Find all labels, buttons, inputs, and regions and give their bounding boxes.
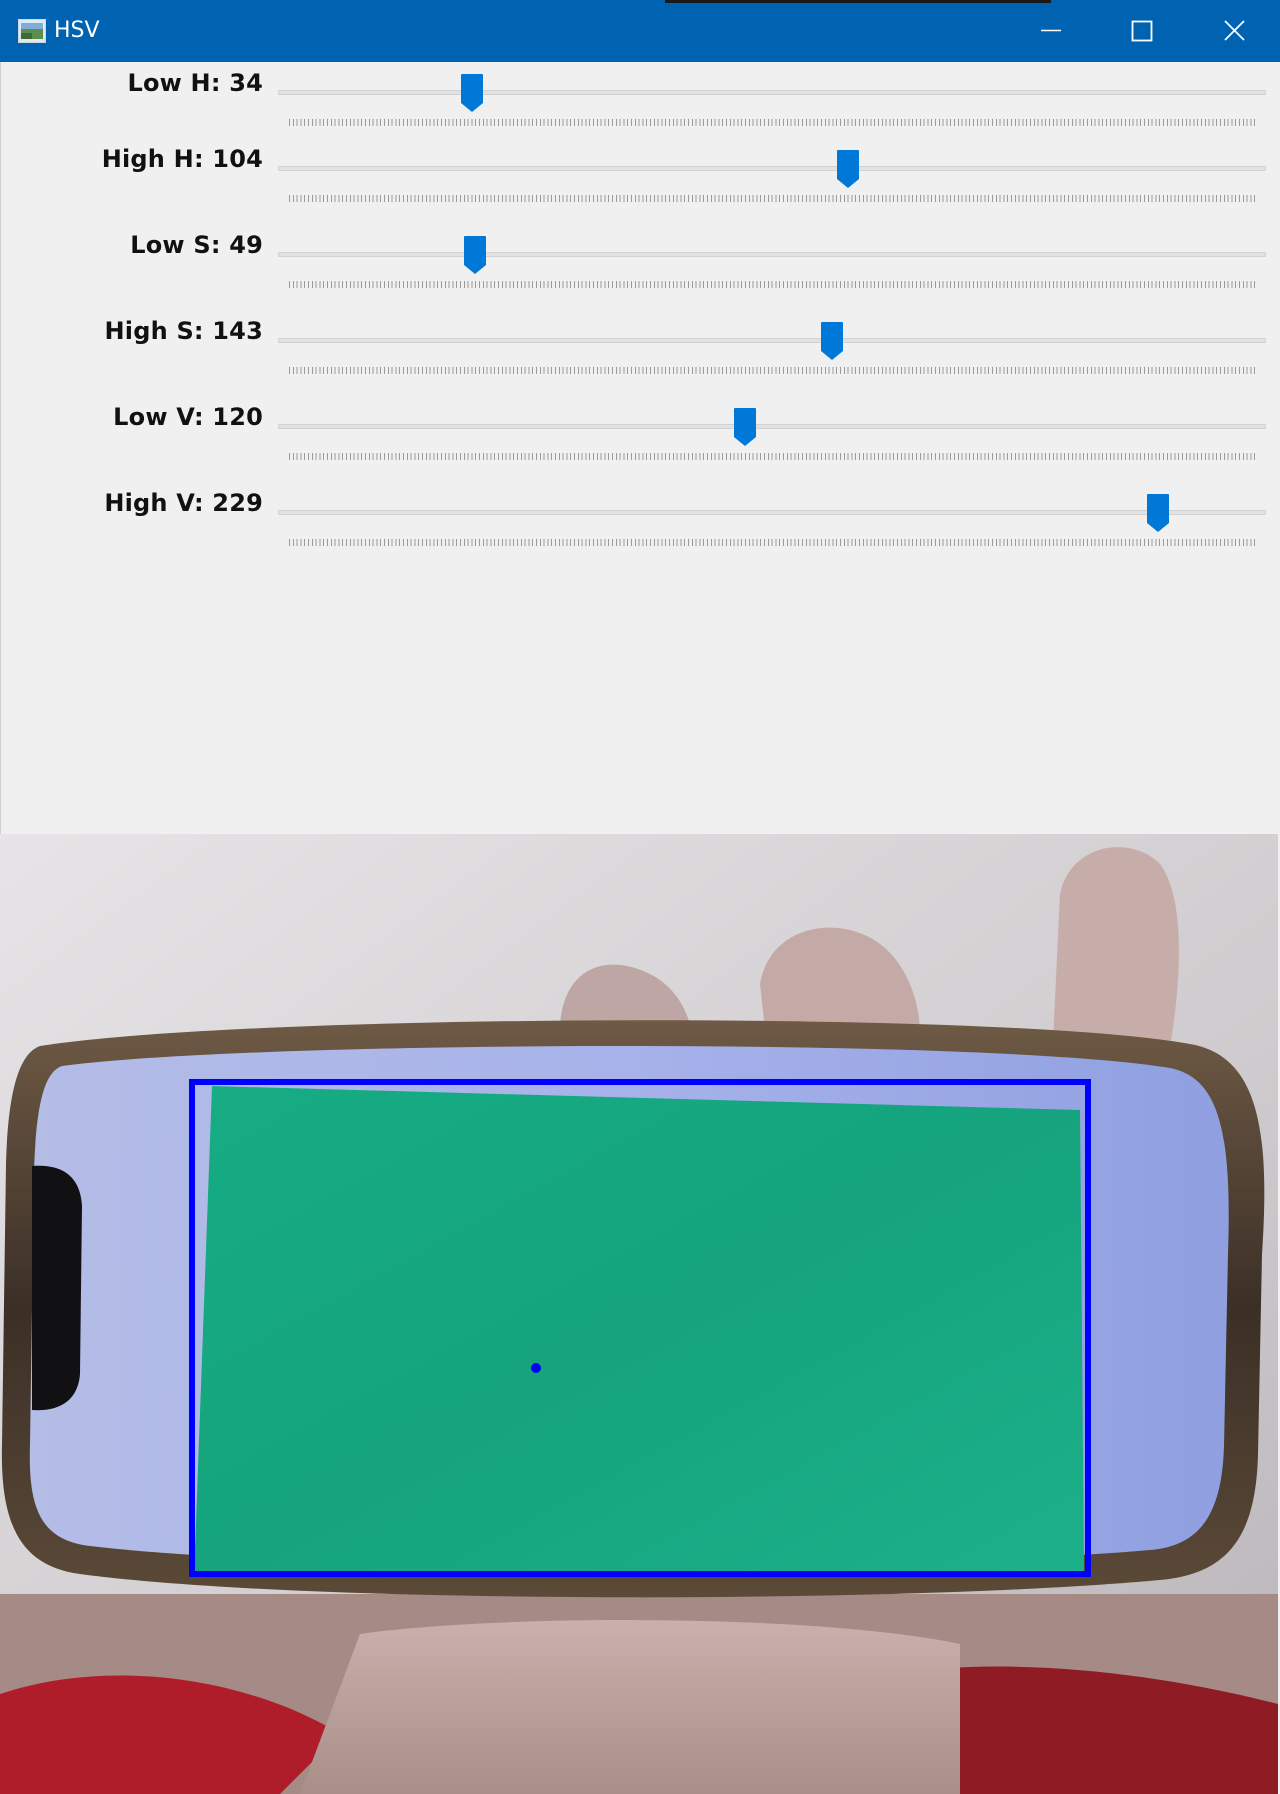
- slider-thumb[interactable]: [836, 149, 860, 189]
- slider-track[interactable]: [278, 166, 1266, 171]
- title-bar-strip: [665, 0, 1051, 3]
- trackbar-low-s: Low S: 49: [1, 229, 1280, 299]
- camera-frame: [0, 834, 1278, 1794]
- slider-track[interactable]: [278, 90, 1266, 95]
- trackbar-label: High S: 143: [104, 317, 263, 345]
- minimize-button[interactable]: [1005, 0, 1097, 62]
- window-title: HSV: [54, 18, 100, 43]
- trackbar-label: Low S: 49: [130, 231, 263, 259]
- camera-image: [0, 834, 1278, 1794]
- trackbar-low-v: Low V: 120: [1, 401, 1280, 471]
- slider-track[interactable]: [278, 424, 1266, 429]
- trackbar-label: Low V: 120: [113, 403, 263, 431]
- slider-ticks: [289, 195, 1257, 202]
- close-button[interactable]: [1189, 0, 1280, 62]
- slider-ticks: [289, 281, 1257, 288]
- maximize-button[interactable]: [1097, 0, 1189, 62]
- trackbar-label: High V: 229: [104, 489, 263, 517]
- trackbar-label: Low H: 34: [127, 69, 263, 97]
- slider-ticks: [289, 119, 1257, 126]
- slider-thumb[interactable]: [820, 321, 844, 361]
- slider-thumb[interactable]: [460, 73, 484, 113]
- slider-track[interactable]: [278, 252, 1266, 257]
- slider-ticks: [289, 453, 1257, 460]
- hsv-window: HSV Low H: 34 High H: 104 Low S: 49 High…: [0, 0, 1280, 1794]
- app-window-icon: [18, 19, 46, 43]
- centroid-dot: [531, 1363, 541, 1373]
- trackbar-low-h: Low H: 34: [1, 67, 1280, 137]
- trackbar-high-s: High S: 143: [1, 315, 1280, 385]
- trackbar-high-v: High V: 229: [1, 487, 1280, 557]
- slider-track[interactable]: [278, 338, 1266, 343]
- trackbar-panel: Low H: 34 High H: 104 Low S: 49 High S: …: [0, 62, 1280, 834]
- slider-thumb[interactable]: [463, 235, 487, 275]
- slider-thumb[interactable]: [733, 407, 757, 447]
- slider-ticks: [289, 539, 1257, 546]
- slider-ticks: [289, 367, 1257, 374]
- title-bar[interactable]: HSV: [0, 0, 1280, 62]
- trackbar-label: High H: 104: [101, 145, 263, 173]
- slider-thumb[interactable]: [1146, 493, 1170, 533]
- trackbar-high-h: High H: 104: [1, 143, 1280, 213]
- slider-track[interactable]: [278, 510, 1266, 515]
